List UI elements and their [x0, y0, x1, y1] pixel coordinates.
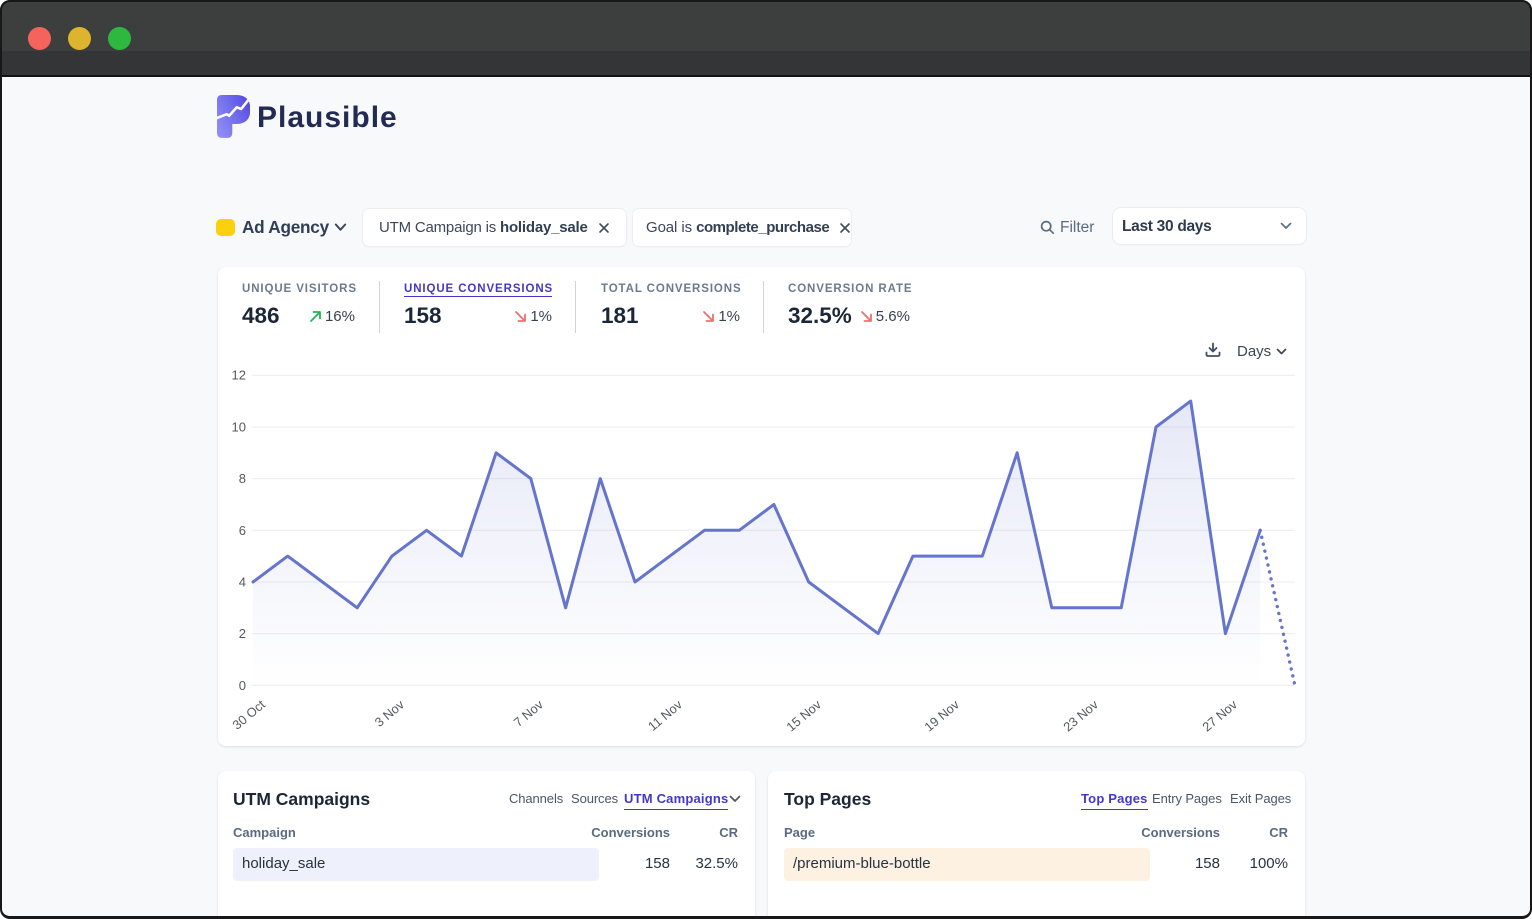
svg-text:10: 10: [232, 420, 246, 435]
svg-text:6: 6: [239, 523, 246, 538]
svg-text:12: 12: [232, 368, 246, 383]
svg-text:15 Nov: 15 Nov: [783, 696, 824, 734]
svg-text:0: 0: [239, 678, 246, 693]
svg-text:7 Nov: 7 Nov: [511, 696, 547, 729]
svg-text:19 Nov: 19 Nov: [921, 696, 962, 734]
svg-text:23 Nov: 23 Nov: [1060, 696, 1101, 734]
svg-text:27 Nov: 27 Nov: [1199, 696, 1240, 734]
svg-text:4: 4: [239, 575, 246, 590]
svg-text:8: 8: [239, 471, 246, 486]
svg-text:11 Nov: 11 Nov: [645, 696, 685, 733]
svg-text:30 Oct: 30 Oct: [229, 697, 268, 733]
svg-text:3 Nov: 3 Nov: [372, 696, 408, 729]
svg-text:2: 2: [239, 626, 246, 641]
